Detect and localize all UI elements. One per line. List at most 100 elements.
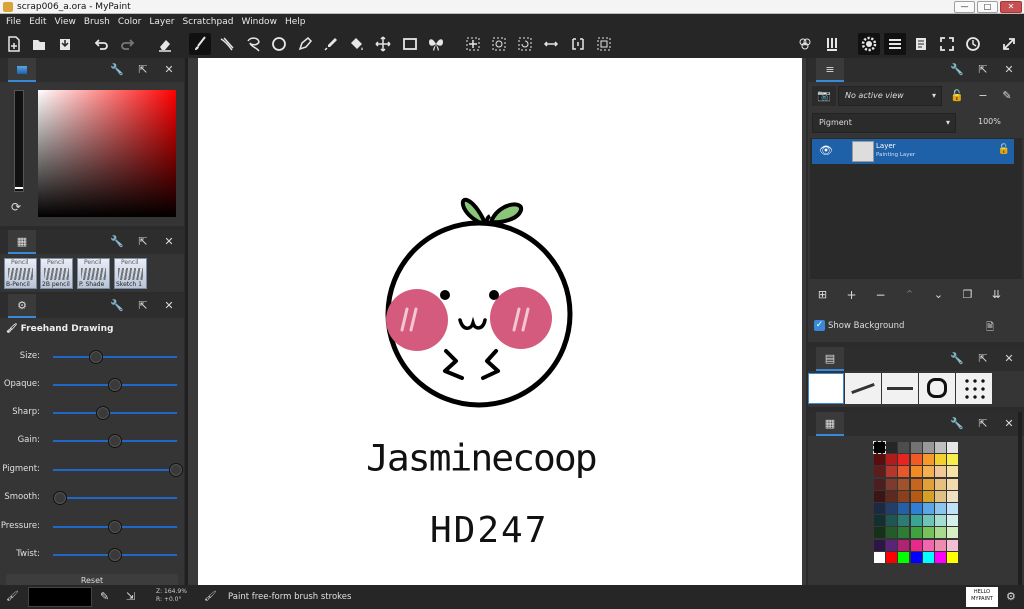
color-picker-square[interactable] [38, 90, 176, 217]
brush-thumbnail[interactable]: HELLO MYPAINT [966, 587, 998, 607]
wrench-icon[interactable]: 🔧 [110, 235, 124, 249]
brush-preset[interactable]: Pencil B-Pencil [4, 258, 37, 289]
redo-icon[interactable] [117, 33, 139, 55]
view-rotate-icon[interactable] [514, 33, 536, 55]
palette-swatch[interactable] [898, 527, 910, 539]
view-dropdown[interactable]: No active view ▾ [838, 86, 942, 106]
palette-swatch[interactable] [922, 551, 934, 563]
palette-swatch[interactable] [886, 527, 898, 539]
palette-swatch[interactable] [874, 490, 885, 502]
wrench-icon[interactable]: 🔧 [110, 63, 124, 77]
menu-file[interactable]: File [2, 14, 25, 30]
palette-swatch[interactable] [947, 442, 959, 453]
current-color-swatch[interactable] [28, 587, 92, 607]
wrench-icon[interactable]: 🔧 [950, 352, 964, 366]
palette-swatch[interactable] [874, 515, 885, 527]
move-layer-icon[interactable] [372, 33, 394, 55]
fill-bucket-icon[interactable] [345, 33, 367, 55]
palette-swatch[interactable] [922, 527, 934, 539]
ellipse-tool-icon[interactable] [268, 33, 290, 55]
palette-swatch[interactable] [947, 551, 959, 563]
view-flip-icon[interactable] [540, 33, 562, 55]
layers-panel-icon[interactable] [884, 33, 906, 55]
slider-track[interactable] [53, 497, 177, 499]
open-file-icon[interactable] [28, 33, 50, 55]
panel-close-icon[interactable]: ✕ [162, 235, 176, 249]
palette-tab[interactable]: ▦ [816, 412, 844, 436]
palette-swatch[interactable] [898, 503, 910, 514]
palette-swatch[interactable] [898, 539, 910, 551]
palette-swatch[interactable] [898, 478, 910, 490]
palette-swatch[interactable] [886, 539, 898, 551]
palette-swatch[interactable] [886, 551, 898, 563]
panel-close-icon[interactable]: ✕ [162, 299, 176, 313]
palette-swatch[interactable] [886, 515, 898, 527]
expand-icon[interactable] [998, 33, 1020, 55]
slider-track[interactable] [53, 356, 177, 358]
pen-tool-icon[interactable] [294, 33, 316, 55]
palette-swatch[interactable] [886, 442, 898, 453]
palette-swatch[interactable] [922, 478, 934, 490]
detach-icon[interactable]: ⇱ [976, 63, 990, 77]
color-picker-icon[interactable] [320, 33, 342, 55]
palette-swatch[interactable] [910, 442, 922, 453]
view-fit-icon[interactable] [567, 33, 589, 55]
merge-layer-icon[interactable]: ⇊ [982, 282, 1011, 308]
palette-swatch[interactable] [922, 490, 934, 502]
palette-swatch[interactable] [898, 442, 910, 453]
add-layer-group-icon[interactable]: ⊞ [808, 282, 837, 308]
wrench-icon[interactable]: 🔧 [950, 63, 964, 77]
color-circles-icon[interactable] [794, 33, 816, 55]
wrench-icon[interactable]: 🔧 [950, 417, 964, 431]
palette-swatch[interactable] [910, 539, 922, 551]
palette-swatch[interactable] [935, 442, 946, 453]
recent-brush-thumb[interactable] [956, 373, 992, 404]
panel-close-icon[interactable]: ✕ [1002, 417, 1016, 431]
palette-swatch[interactable] [935, 466, 946, 478]
right-scrollbar[interactable] [1018, 412, 1022, 585]
palette-swatch[interactable] [922, 442, 934, 453]
visibility-eye-icon[interactable]: 👁 [819, 144, 833, 157]
remove-layer-icon[interactable]: − [866, 282, 895, 308]
minimize-button[interactable]: — [954, 1, 975, 13]
detach-icon[interactable]: ⇱ [976, 417, 990, 431]
frame-icon[interactable] [399, 33, 421, 55]
palette-swatch[interactable] [874, 503, 885, 514]
slider-knob[interactable] [95, 406, 110, 420]
palette-swatch[interactable] [898, 551, 910, 563]
remove-view-icon[interactable]: − [976, 89, 990, 103]
drawing-canvas[interactable]: Jasminecoop HD247 [198, 58, 802, 585]
blend-mode-dropdown[interactable]: Pigment ▾ [812, 113, 956, 133]
value-slider[interactable] [14, 90, 24, 192]
palette-swatch[interactable] [947, 503, 959, 514]
palette-swatch[interactable] [874, 478, 885, 490]
palette-swatch[interactable] [886, 454, 898, 466]
palette-swatch[interactable] [874, 454, 885, 466]
brush-group-icon[interactable] [821, 33, 843, 55]
palette-swatch[interactable] [935, 454, 946, 466]
palette-swatch[interactable] [922, 454, 934, 466]
layer-lock-icon[interactable]: 🔓 [998, 144, 1010, 155]
palette-swatch[interactable] [874, 527, 885, 539]
pressure-icon[interactable]: ⇲ [126, 590, 135, 603]
layer-opacity[interactable]: 100% [978, 117, 1001, 126]
palette-swatch[interactable] [873, 441, 886, 454]
edit-brush-icon[interactable]: ✎ [100, 590, 109, 603]
detach-icon[interactable]: ⇱ [976, 352, 990, 366]
fullscreen-icon[interactable] [936, 33, 958, 55]
palette-swatch[interactable] [886, 503, 898, 514]
wrench-icon[interactable]: 🔧 [110, 299, 124, 313]
background-settings-icon[interactable]: 🗎 [986, 320, 994, 337]
move-up-icon[interactable]: ⌃ [895, 282, 924, 308]
menu-help[interactable]: Help [281, 14, 310, 30]
detach-icon[interactable]: ⇱ [136, 235, 150, 249]
slider-knob[interactable] [107, 520, 122, 534]
menu-layer[interactable]: Layer [145, 14, 178, 30]
palette-swatch[interactable] [935, 503, 946, 514]
duplicate-layer-icon[interactable]: ❐ [953, 282, 982, 308]
brush-preset[interactable]: Pencil P. Shade [77, 258, 110, 289]
swap-colors-icon[interactable]: ⟳ [11, 200, 21, 214]
show-background-checkbox[interactable]: ✓ [814, 320, 825, 331]
recent-brush-thumb[interactable] [808, 373, 844, 404]
freehand-brush-icon[interactable] [189, 33, 211, 55]
